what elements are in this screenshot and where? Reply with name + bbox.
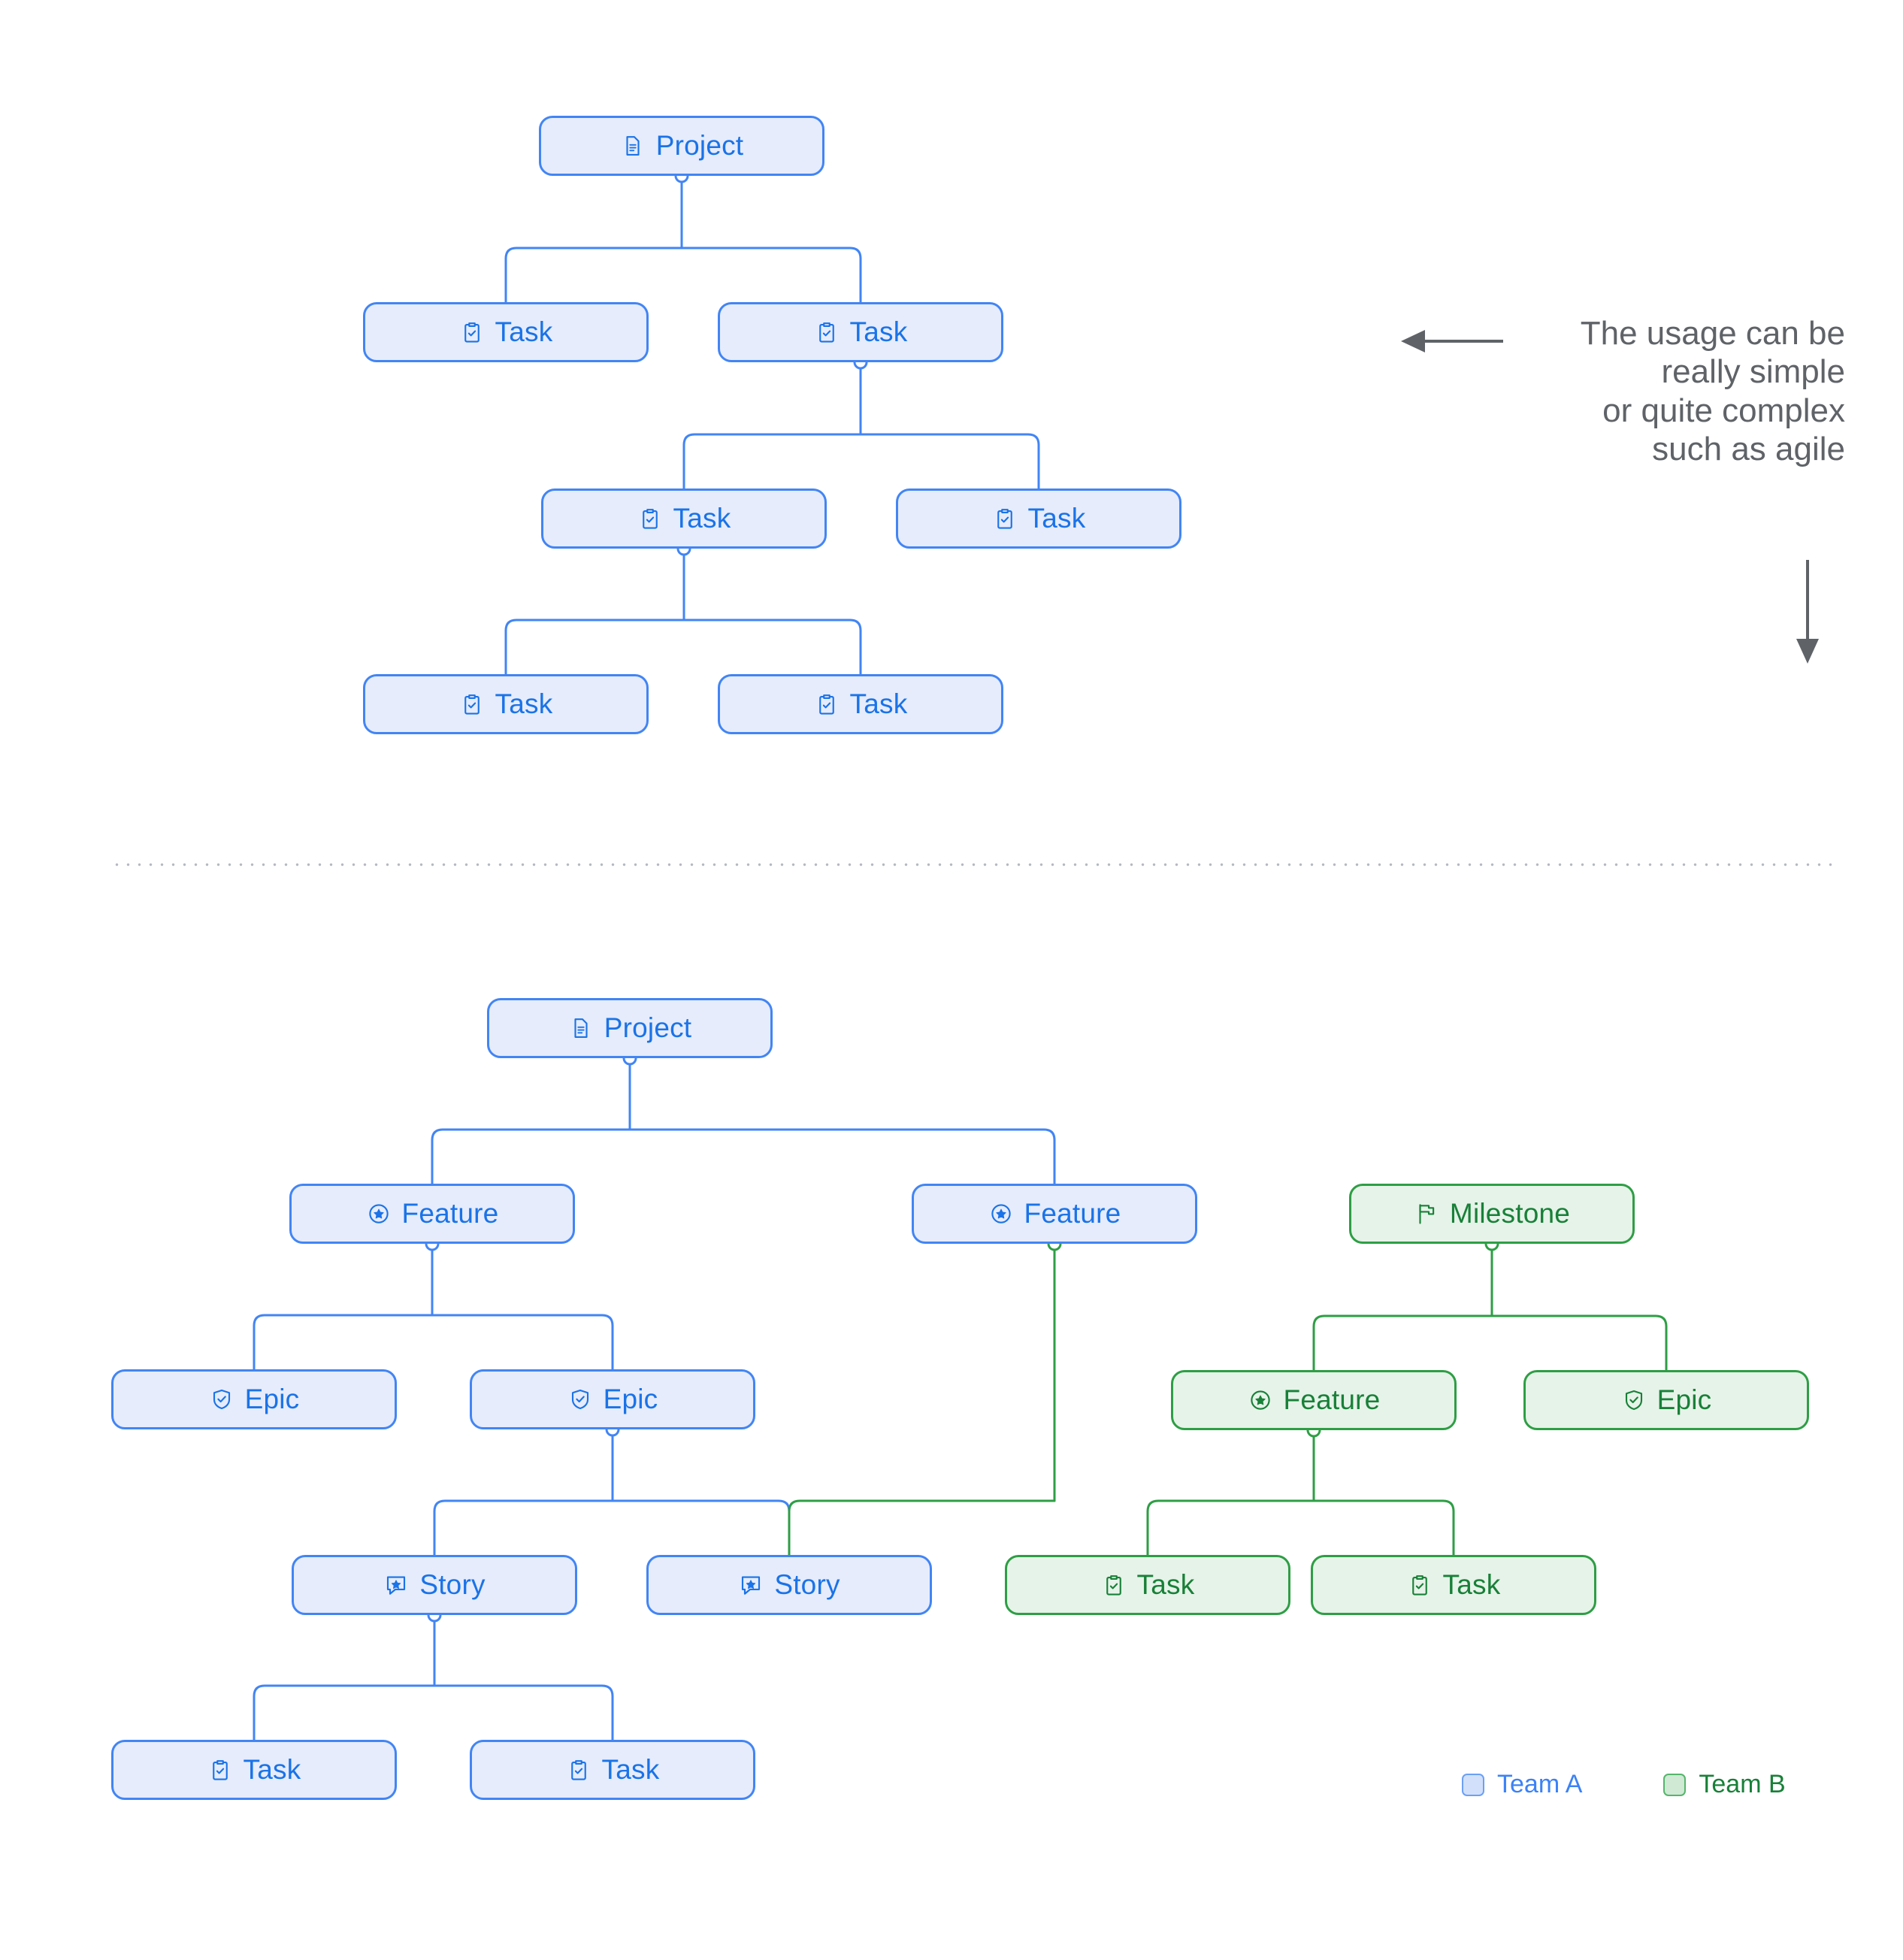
clipboard-check-icon: [1407, 1572, 1433, 1598]
annotation-text: The usage can be really simple or quite …: [1398, 314, 1845, 469]
node-story[interactable]: Story: [646, 1555, 932, 1615]
shield-check-icon: [1621, 1387, 1647, 1413]
node-label: Task: [495, 316, 553, 347]
node-task[interactable]: Task: [896, 488, 1181, 549]
node-feature[interactable]: Feature: [912, 1184, 1197, 1244]
node-label: Task: [673, 503, 731, 534]
node-story[interactable]: Story: [292, 1555, 577, 1615]
arrow-down-icon: [1796, 560, 1819, 664]
node-task[interactable]: Task: [470, 1740, 755, 1800]
node-label: Task: [849, 316, 908, 347]
node-milestone[interactable]: Milestone: [1349, 1184, 1635, 1244]
node-label: Task: [1136, 1569, 1195, 1600]
node-label: Feature: [401, 1198, 499, 1229]
annotation-line-1: The usage can be: [1580, 315, 1845, 352]
node-label: Task: [1442, 1569, 1501, 1600]
node-label: Epic: [1656, 1384, 1712, 1415]
shield-check-icon: [209, 1387, 234, 1412]
flag-icon: [1414, 1201, 1439, 1227]
clipboard-check-icon: [459, 691, 485, 717]
node-label: Story: [774, 1569, 840, 1600]
node-label: Task: [1027, 503, 1086, 534]
legend-item-team-a[interactable]: Team A: [1462, 1770, 1582, 1799]
legend-label-team-a: Team A: [1497, 1770, 1583, 1798]
legend-item-team-b[interactable]: Team B: [1663, 1770, 1786, 1799]
node-task[interactable]: Task: [111, 1740, 397, 1800]
annotation-line-4: such as agile: [1652, 431, 1845, 468]
node-label: Feature: [1024, 1198, 1121, 1229]
node-task[interactable]: Task: [1311, 1555, 1596, 1615]
star-circle-icon: [366, 1201, 392, 1227]
shield-check-icon: [567, 1387, 593, 1412]
node-label: Task: [243, 1754, 301, 1785]
clipboard-check-icon: [992, 506, 1018, 531]
legend-swatch-team-b: [1663, 1773, 1687, 1796]
node-epic[interactable]: Epic: [1523, 1370, 1809, 1430]
node-label: Task: [849, 688, 908, 719]
document-icon: [620, 133, 646, 159]
node-task[interactable]: Task: [718, 302, 1003, 362]
comment-star-icon: [383, 1572, 409, 1598]
clipboard-check-icon: [566, 1757, 591, 1783]
comment-star-icon: [738, 1572, 764, 1598]
node-label: Milestone: [1449, 1198, 1571, 1229]
node-label: Task: [601, 1754, 660, 1785]
node-task[interactable]: Task: [1005, 1555, 1290, 1615]
clipboard-check-icon: [459, 319, 485, 345]
clipboard-check-icon: [207, 1757, 233, 1783]
node-project[interactable]: Project: [539, 116, 824, 176]
clipboard-check-icon: [814, 319, 840, 345]
node-label: Feature: [1283, 1384, 1381, 1415]
node-label: Task: [495, 688, 553, 719]
node-project[interactable]: Project: [487, 998, 773, 1058]
node-feature[interactable]: Feature: [289, 1184, 575, 1244]
node-label: Epic: [244, 1384, 300, 1414]
section-divider: [111, 863, 1835, 867]
node-task[interactable]: Task: [363, 302, 649, 362]
annotation-line-2: really simple: [1661, 353, 1845, 391]
agile-tree-connectors: [253, 1051, 1668, 1741]
annotation-line-3: or quite complex: [1602, 392, 1845, 429]
node-feature[interactable]: Feature: [1171, 1370, 1457, 1430]
legend-label-team-b: Team B: [1699, 1770, 1786, 1798]
node-label: Project: [655, 130, 744, 161]
node-task[interactable]: Task: [541, 488, 827, 549]
node-label: Story: [419, 1569, 486, 1600]
star-circle-icon: [988, 1201, 1014, 1227]
node-task[interactable]: Task: [718, 674, 1003, 734]
document-icon: [568, 1015, 594, 1041]
node-label: Epic: [603, 1384, 658, 1414]
node-epic[interactable]: Epic: [111, 1369, 397, 1429]
legend-swatch-team-a: [1462, 1773, 1484, 1796]
star-circle-icon: [1248, 1387, 1273, 1413]
legend: Team A Team B: [1462, 1770, 1786, 1799]
node-task[interactable]: Task: [363, 674, 649, 734]
clipboard-check-icon: [637, 506, 663, 531]
clipboard-check-icon: [814, 691, 840, 717]
simple-tree-connectors: [504, 168, 1040, 676]
diagram-canvas: Project Task Task Task Task Task Task Project F…: [0, 0, 1903, 1960]
node-label: Project: [604, 1012, 692, 1043]
node-epic[interactable]: Epic: [470, 1369, 755, 1429]
clipboard-check-icon: [1101, 1572, 1127, 1598]
